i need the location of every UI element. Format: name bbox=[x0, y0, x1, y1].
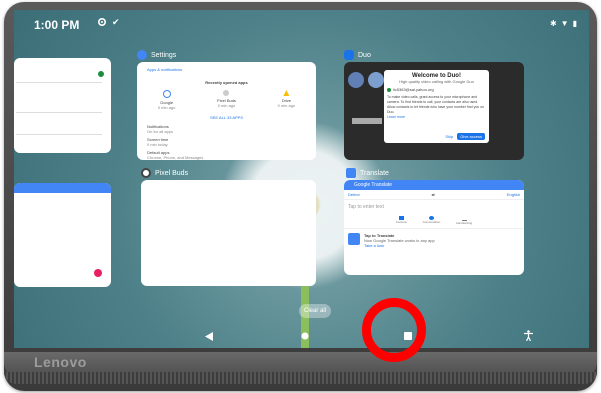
wifi-icon: ▼ bbox=[560, 19, 569, 28]
target-language[interactable]: English bbox=[507, 192, 520, 197]
pixel-buds-app-label: Pixel Buds bbox=[155, 169, 189, 177]
check-icon: ✔ bbox=[112, 17, 120, 27]
brand-logo: Lenovo bbox=[34, 354, 87, 370]
settings-list: Notifications On for all apps Screen tim… bbox=[147, 124, 204, 160]
account-dot-icon bbox=[387, 87, 391, 92]
settings-gear-icon bbox=[137, 50, 147, 60]
translate-language-row: Detect ⇄ English bbox=[344, 190, 524, 200]
app-bar bbox=[14, 183, 111, 193]
duo-avatar bbox=[348, 72, 364, 88]
pixel-buds-icon bbox=[223, 90, 230, 96]
app-card-left-bottom[interactable] bbox=[14, 183, 111, 287]
translate-title: Google Translate bbox=[354, 182, 393, 188]
list-line bbox=[16, 124, 102, 135]
bluetooth-icon: ✱ bbox=[549, 19, 557, 28]
duo-give-access-button[interactable]: Give access bbox=[457, 133, 485, 140]
duo-skip-button[interactable]: Skip bbox=[445, 134, 453, 139]
duo-dialog-subtitle: High quality video calling with Google D… bbox=[399, 79, 474, 84]
toggle-icon bbox=[98, 71, 104, 77]
gear-icon bbox=[97, 17, 107, 27]
settings-header: Settings bbox=[137, 50, 176, 60]
accessibility-icon[interactable] bbox=[524, 330, 533, 341]
translate-camera-button[interactable]: Camera bbox=[396, 216, 407, 225]
app-card-left-top[interactable] bbox=[14, 58, 111, 153]
status-bar: 1:00 PM ✔ ✱ ▼ ▮ bbox=[14, 10, 589, 32]
tap-to-translate-tip[interactable]: Tap to Translate Now Google Translate wo… bbox=[344, 229, 524, 252]
duo-app-label: Duo bbox=[358, 51, 371, 59]
settings-page-title: Apps & notifications bbox=[147, 67, 183, 72]
clock: 1:00 PM bbox=[34, 18, 80, 32]
recent-app-drive[interactable]: Drive 0 min ago bbox=[278, 90, 295, 110]
settings-card[interactable]: Apps & notifications Recently opened app… bbox=[137, 62, 316, 160]
duo-welcome-dialog: Welcome to Duo! High quality video calli… bbox=[384, 70, 489, 143]
drive-icon bbox=[283, 90, 290, 96]
battery-icon: ▮ bbox=[572, 19, 577, 28]
see-all-apps-link[interactable]: SEE ALL 33 APPS bbox=[137, 115, 316, 120]
duo-account-row[interactable]: lic5363@sal.yahoo.org bbox=[387, 87, 486, 92]
system-icons: ✱ ▼ ▮ bbox=[550, 19, 577, 28]
pixel-buds-app-icon bbox=[141, 168, 151, 178]
highlight-circle bbox=[362, 298, 426, 362]
back-icon[interactable] bbox=[205, 332, 213, 341]
translate-app-bar: Google Translate bbox=[344, 180, 524, 190]
screen: 1:00 PM ✔ ✱ ▼ ▮ Settings Apps & notifica… bbox=[14, 10, 589, 348]
translate-handwriting-button[interactable]: Handwriting bbox=[456, 216, 472, 225]
settings-app-label: Settings bbox=[151, 51, 177, 59]
recent-apps-row: Google 0 min ago Pixel Buds 0 min ago Dr… bbox=[137, 90, 316, 110]
navigation-bar bbox=[14, 320, 589, 348]
translate-app-label: Translate bbox=[360, 169, 389, 177]
duo-card[interactable]: Welcome to Duo! High quality video calli… bbox=[344, 62, 524, 160]
duo-background-text bbox=[352, 118, 382, 124]
recent-app-google[interactable]: Google 0 min ago bbox=[158, 90, 175, 110]
translate-header: Translate bbox=[346, 168, 389, 178]
tip-illustration-icon bbox=[348, 233, 360, 245]
source-language[interactable]: Detect bbox=[348, 192, 360, 197]
duo-app-icon bbox=[344, 50, 354, 60]
duo-avatar bbox=[368, 72, 384, 88]
translate-conversation-button[interactable]: Conversation bbox=[423, 216, 440, 225]
duo-dialog-body: To make video calls, grant access to you… bbox=[387, 95, 485, 114]
tip-link[interactable]: Take a look bbox=[364, 243, 435, 248]
translate-text-input[interactable]: Tap to enter text bbox=[344, 200, 524, 214]
duo-learn-more-link[interactable]: Learn more bbox=[387, 115, 486, 119]
swap-languages-icon[interactable]: ⇄ bbox=[432, 192, 435, 197]
duo-header: Duo bbox=[344, 50, 371, 60]
list-line bbox=[16, 102, 102, 113]
google-icon bbox=[162, 90, 171, 98]
translate-card[interactable]: Google Translate Detect ⇄ English Tap to… bbox=[344, 180, 524, 275]
tablet-frame: 1:00 PM ✔ ✱ ▼ ▮ Settings Apps & notifica… bbox=[4, 2, 597, 391]
pixel-buds-card[interactable] bbox=[141, 180, 316, 286]
pixel-buds-header: Pixel Buds bbox=[141, 168, 188, 178]
recent-apps-label: Recently opened apps bbox=[205, 80, 248, 85]
duo-dialog-actions: Skip Give access bbox=[445, 133, 485, 140]
translate-actions: Camera Conversation Handwriting bbox=[344, 216, 524, 229]
translate-app-icon bbox=[346, 168, 356, 178]
speaker-grille bbox=[4, 372, 597, 384]
recent-app-pixel-buds[interactable]: Pixel Buds 0 min ago bbox=[217, 90, 236, 110]
home-icon[interactable] bbox=[301, 332, 309, 340]
clear-all-button[interactable]: Clear all bbox=[299, 304, 331, 318]
list-line bbox=[16, 72, 102, 83]
fab-button[interactable] bbox=[94, 269, 102, 277]
